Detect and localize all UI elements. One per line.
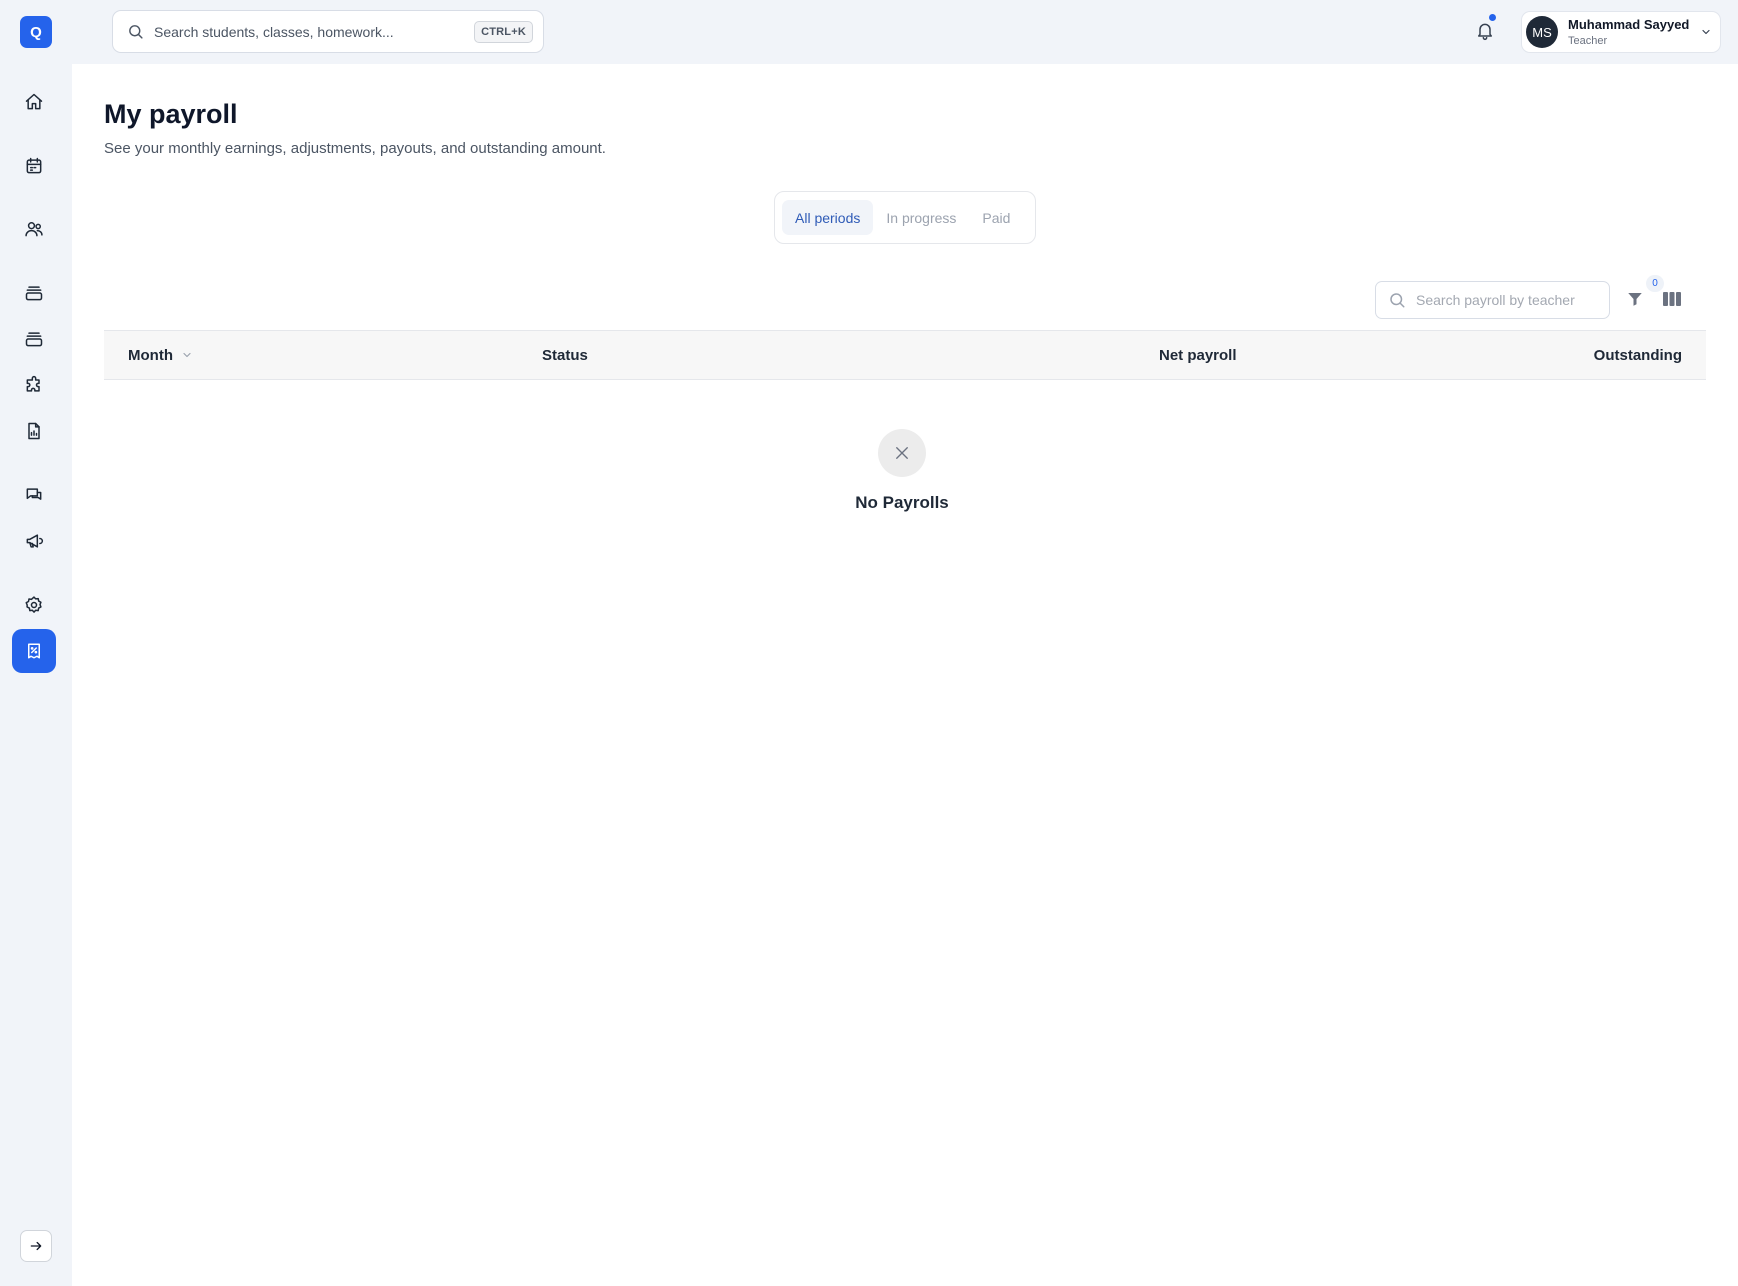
close-icon (896, 447, 908, 459)
users-icon (25, 222, 43, 237)
search-icon (1390, 293, 1405, 308)
chevron-down-icon (1702, 29, 1710, 35)
chevron-down-icon (183, 352, 191, 358)
filter-icon (1628, 293, 1642, 306)
receipt-percent-icon (28, 643, 40, 659)
table-header: Month Status Net payroll Outstanding (104, 330, 1706, 380)
page-title: My payroll (104, 99, 238, 129)
bell-icon (1478, 23, 1492, 41)
empty-state-text: No Payrolls (855, 493, 949, 512)
sidebar-item-reports[interactable] (12, 409, 56, 453)
app-logo[interactable]: Q (20, 16, 52, 48)
report-icon (28, 422, 40, 440)
column-outstanding: Outstanding (1593, 346, 1682, 364)
notification-dot (1489, 14, 1496, 21)
expand-sidebar-button[interactable] (20, 1230, 52, 1262)
period-tabs: All periods In progress Paid (774, 191, 1036, 244)
sidebar-item-layers-2[interactable] (12, 317, 56, 361)
column-status: Status (542, 346, 588, 364)
home-icon (25, 93, 43, 110)
sidebar-item-messages[interactable] (12, 473, 56, 517)
notifications-button[interactable] (1472, 14, 1498, 44)
search-shortcut-badge: CTRL+K (474, 20, 533, 43)
empty-state: No Payrolls (794, 429, 1010, 513)
main-panel: My payroll See your monthly earnings, ad… (72, 64, 1738, 1286)
filter-button[interactable] (1624, 288, 1646, 310)
user-menu[interactable]: MS Muhammad Sayyed Teacher (1521, 11, 1721, 53)
global-search-placeholder: Search students, classes, homework... (154, 23, 394, 40)
puzzle-icon (26, 375, 40, 392)
columns-icon (1663, 292, 1681, 306)
tab-paid[interactable]: Paid (969, 200, 1023, 235)
calendar-icon (26, 157, 42, 174)
gear-icon (25, 596, 42, 613)
user-name: Muhammad Sayyed (1568, 17, 1690, 32)
sidebar-item-announcements[interactable] (12, 519, 56, 563)
payroll-search (1375, 281, 1610, 319)
sidebar-item-layers-1[interactable] (12, 271, 56, 315)
column-net-payroll: Net payroll (1159, 346, 1237, 364)
tab-in-progress[interactable]: In progress (873, 200, 969, 235)
chat-icon (26, 488, 42, 500)
sidebar-item-payroll[interactable] (12, 629, 56, 673)
layers-icon (25, 286, 43, 301)
sidebar: Q (0, 0, 72, 1286)
page-subtitle: See your monthly earnings, adjustments, … (104, 140, 606, 157)
sidebar-item-calendar[interactable] (12, 144, 56, 188)
avatar: MS (1526, 16, 1558, 48)
sidebar-item-extensions[interactable] (12, 363, 56, 407)
empty-state-icon-wrap (878, 429, 926, 477)
sidebar-item-settings[interactable] (12, 583, 56, 627)
payroll-search-input[interactable] (1416, 292, 1596, 308)
column-month-label: Month (128, 346, 173, 364)
arrow-right-icon (30, 1241, 42, 1251)
sidebar-item-users[interactable] (12, 207, 56, 251)
column-month[interactable]: Month (128, 331, 193, 379)
layers-icon (25, 332, 43, 347)
sidebar-item-home[interactable] (12, 80, 56, 124)
tab-all-periods[interactable]: All periods (782, 200, 874, 235)
global-search[interactable]: Search students, classes, homework... CT… (112, 10, 544, 53)
search-icon (129, 25, 143, 39)
megaphone-icon (26, 534, 44, 548)
user-role: Teacher (1568, 35, 1608, 47)
columns-button[interactable] (1662, 290, 1682, 308)
